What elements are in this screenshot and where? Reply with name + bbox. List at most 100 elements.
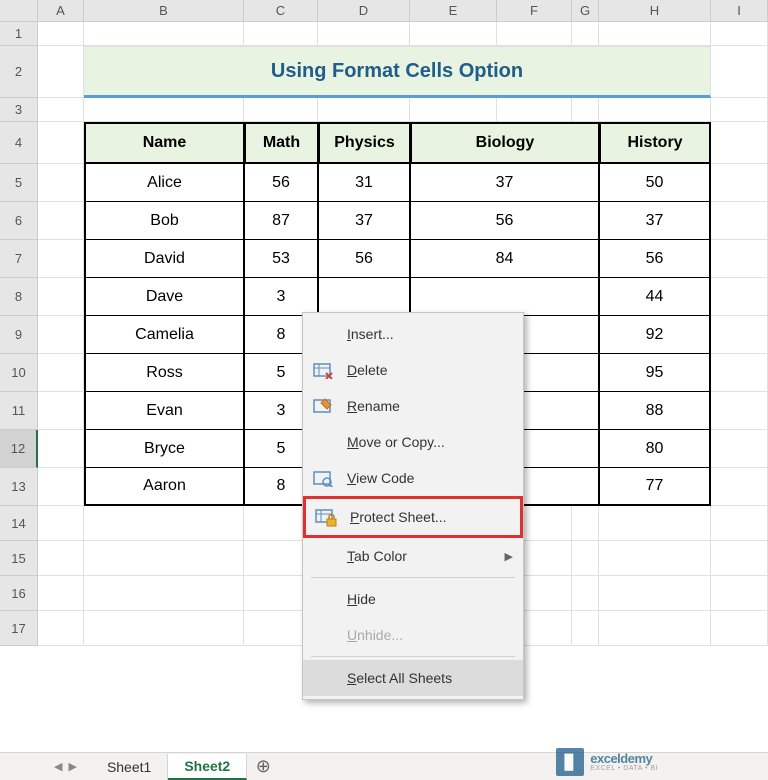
table-header[interactable]: Biology <box>410 122 599 164</box>
row-header-15[interactable]: 15 <box>0 541 38 576</box>
table-cell[interactable]: 31 <box>318 164 410 202</box>
table-cell[interactable]: Alice <box>84 164 244 202</box>
menu-protect-sheet[interactable]: Protect Sheet... <box>303 496 523 538</box>
table-cell[interactable]: 80 <box>599 430 711 468</box>
cell[interactable] <box>599 611 711 646</box>
col-header-A[interactable]: A <box>38 0 84 21</box>
table-header[interactable]: Math <box>244 122 318 164</box>
table-cell[interactable]: 95 <box>599 354 711 392</box>
cell[interactable] <box>711 506 768 541</box>
cell[interactable] <box>711 164 768 202</box>
table-cell[interactable]: 56 <box>599 240 711 278</box>
cell[interactable] <box>410 98 497 122</box>
table-cell[interactable]: 37 <box>410 164 599 202</box>
row-header-14[interactable]: 14 <box>0 506 38 541</box>
col-header-D[interactable]: D <box>318 0 410 21</box>
menu-tab-color[interactable]: Tab Color ▶ <box>303 538 523 574</box>
select-all-corner[interactable] <box>0 0 38 22</box>
cell[interactable] <box>84 506 244 541</box>
cell[interactable] <box>572 506 599 541</box>
row-header-11[interactable]: 11 <box>0 392 38 430</box>
table-header[interactable]: History <box>599 122 711 164</box>
cell[interactable] <box>38 392 84 430</box>
cell[interactable] <box>38 354 84 392</box>
row-header-6[interactable]: 6 <box>0 202 38 240</box>
cell[interactable] <box>84 22 244 46</box>
table-cell[interactable]: 88 <box>599 392 711 430</box>
row-header-13[interactable]: 13 <box>0 468 38 506</box>
cell[interactable] <box>84 541 244 576</box>
table-cell[interactable]: 37 <box>599 202 711 240</box>
cell[interactable] <box>599 506 711 541</box>
cell[interactable] <box>318 22 410 46</box>
cell[interactable] <box>711 541 768 576</box>
table-cell[interactable]: Ross <box>84 354 244 392</box>
cell[interactable] <box>38 611 84 646</box>
menu-hide[interactable]: Hide <box>303 581 523 617</box>
cell[interactable] <box>38 506 84 541</box>
tab-nav-next[interactable]: ▶ <box>68 760 76 773</box>
add-sheet-button[interactable]: ⊕ <box>251 755 275 779</box>
menu-select-all-sheets[interactable]: Select All Sheets <box>303 660 523 696</box>
row-header-7[interactable]: 7 <box>0 240 38 278</box>
sheet-tab-sheet1[interactable]: Sheet1 <box>91 754 168 780</box>
table-cell[interactable] <box>318 278 410 316</box>
row-header-10[interactable]: 10 <box>0 354 38 392</box>
row-header-12[interactable]: 12 <box>0 430 38 468</box>
col-header-B[interactable]: B <box>84 0 244 21</box>
cell[interactable] <box>38 164 84 202</box>
table-cell[interactable]: Evan <box>84 392 244 430</box>
cell[interactable] <box>711 316 768 354</box>
table-cell[interactable]: 37 <box>318 202 410 240</box>
table-cell[interactable]: 77 <box>599 468 711 506</box>
cell[interactable] <box>599 576 711 611</box>
cell[interactable] <box>410 22 497 46</box>
cell[interactable] <box>38 22 84 46</box>
menu-rename[interactable]: Rename <box>303 388 523 424</box>
cell[interactable] <box>599 541 711 576</box>
cell[interactable] <box>599 98 711 122</box>
table-cell[interactable]: 56 <box>244 164 318 202</box>
row-header-17[interactable]: 17 <box>0 611 38 646</box>
row-header-9[interactable]: 9 <box>0 316 38 354</box>
col-header-E[interactable]: E <box>410 0 497 21</box>
row-header-5[interactable]: 5 <box>0 164 38 202</box>
cell[interactable] <box>599 22 711 46</box>
table-cell[interactable]: David <box>84 240 244 278</box>
col-header-H[interactable]: H <box>599 0 711 21</box>
cell[interactable] <box>244 98 318 122</box>
cell[interactable] <box>711 576 768 611</box>
cell[interactable] <box>572 611 599 646</box>
sheet-tab-sheet2[interactable]: Sheet2 <box>168 754 247 780</box>
cell[interactable] <box>244 22 318 46</box>
cell[interactable] <box>497 98 572 122</box>
table-cell[interactable]: Dave <box>84 278 244 316</box>
cell[interactable] <box>38 98 84 122</box>
row-header-1[interactable]: 1 <box>0 22 38 46</box>
col-header-G[interactable]: G <box>572 0 599 21</box>
cell[interactable] <box>38 316 84 354</box>
table-cell[interactable]: Camelia <box>84 316 244 354</box>
cell[interactable] <box>38 122 84 164</box>
table-cell[interactable]: 50 <box>599 164 711 202</box>
cell[interactable] <box>711 278 768 316</box>
cell[interactable] <box>38 430 84 468</box>
table-cell[interactable]: Aaron <box>84 468 244 506</box>
table-cell[interactable]: Bob <box>84 202 244 240</box>
cell[interactable] <box>38 240 84 278</box>
cell[interactable] <box>711 430 768 468</box>
row-header-16[interactable]: 16 <box>0 576 38 611</box>
cell[interactable] <box>572 541 599 576</box>
cell[interactable] <box>711 202 768 240</box>
col-header-F[interactable]: F <box>497 0 572 21</box>
cell[interactable] <box>318 98 410 122</box>
row-header-3[interactable]: 3 <box>0 98 38 122</box>
cell[interactable] <box>572 22 599 46</box>
table-cell[interactable]: Bryce <box>84 430 244 468</box>
col-header-C[interactable]: C <box>244 0 318 21</box>
cell[interactable] <box>38 468 84 506</box>
cell[interactable] <box>711 392 768 430</box>
cell[interactable] <box>572 98 599 122</box>
table-cell[interactable]: 92 <box>599 316 711 354</box>
cell[interactable] <box>711 611 768 646</box>
